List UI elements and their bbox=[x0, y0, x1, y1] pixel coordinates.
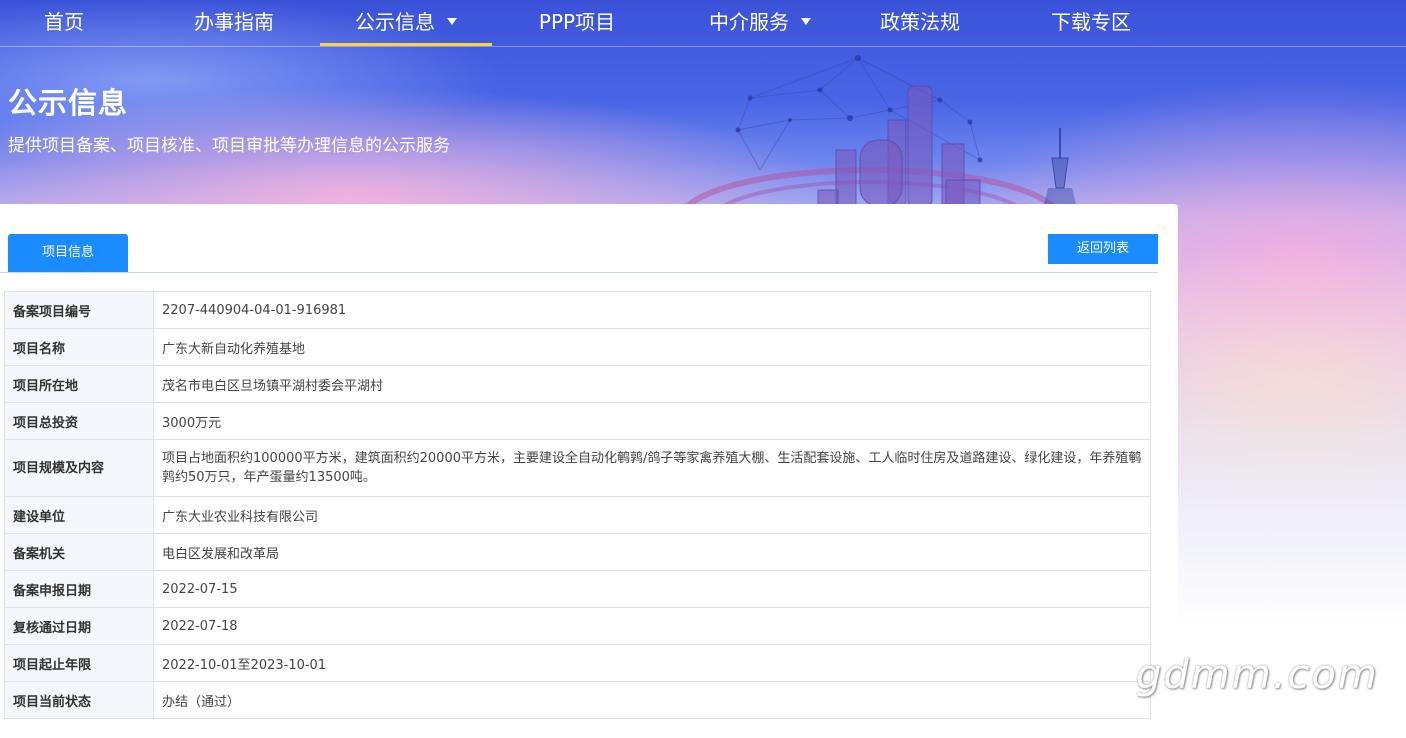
caret-down-icon bbox=[801, 18, 811, 25]
field-value: 广东大新自动化养殖基地 bbox=[153, 328, 1151, 366]
field-value: 项目占地面积约100000平方米，建筑面积约20000平方米，主要建设全自动化鹌… bbox=[153, 439, 1151, 497]
nav-item-agency[interactable]: 中介服务 bbox=[680, 0, 840, 46]
field-label: 项目名称 bbox=[4, 328, 154, 366]
nav-item-download[interactable]: 下载专区 bbox=[1027, 0, 1155, 46]
table-row: 备案机关 电白区发展和改革局 bbox=[4, 533, 1151, 571]
nav-label: 首页 bbox=[44, 10, 84, 34]
caret-down-icon bbox=[447, 18, 457, 25]
content-panel: 项目信息 返回列表 备案项目编号 2207-440904-04-01-916981… bbox=[0, 204, 1178, 738]
project-info-table: 备案项目编号 2207-440904-04-01-916981 项目名称 广东大新自动… bbox=[4, 291, 1151, 719]
field-label: 备案项目编号 bbox=[4, 291, 154, 329]
field-label: 项目总投资 bbox=[4, 402, 154, 440]
nav-item-home[interactable]: 首页 bbox=[0, 0, 128, 46]
nav-item-ppp[interactable]: PPP项目 bbox=[512, 0, 642, 46]
nav-label: 中介服务 bbox=[709, 10, 789, 34]
nav-item-guide[interactable]: 办事指南 bbox=[170, 0, 298, 46]
field-value: 2207-440904-04-01-916981 bbox=[153, 291, 1151, 329]
page-subtitle: 提供项目备案、项目核准、项目审批等办理信息的公示服务 bbox=[8, 136, 450, 156]
table-row: 备案项目编号 2207-440904-04-01-916981 bbox=[4, 291, 1151, 329]
table-row: 项目起止年限 2022-10-01至2023-10-01 bbox=[4, 644, 1151, 682]
table-row: 项目当前状态 办结（通过） bbox=[4, 681, 1151, 719]
field-value: 办结（通过） bbox=[153, 681, 1151, 719]
field-label: 项目规模及内容 bbox=[4, 439, 154, 497]
table-row: 项目总投资 3000万元 bbox=[4, 402, 1151, 440]
table-row: 项目所在地 茂名市电白区旦场镇平湖村委会平湖村 bbox=[4, 365, 1151, 403]
field-value: 2022-07-18 bbox=[153, 607, 1151, 645]
tab-bar: 项目信息 返回列表 bbox=[0, 234, 1158, 273]
nav-label: 政策法规 bbox=[880, 10, 960, 34]
field-value: 2022-07-15 bbox=[153, 570, 1151, 608]
nav-label: PPP项目 bbox=[538, 10, 616, 34]
tv-tower-illustration bbox=[1044, 128, 1076, 204]
back-to-list-button[interactable]: 返回列表 bbox=[1048, 234, 1158, 264]
table-row: 项目规模及内容 项目占地面积约100000平方米，建筑面积约20000平方米，主要… bbox=[4, 439, 1151, 497]
field-value: 电白区发展和改革局 bbox=[153, 533, 1151, 571]
page-title: 公示信息 bbox=[8, 86, 129, 120]
table-row: 建设单位 广东大业农业科技有限公司 bbox=[4, 496, 1151, 534]
site-watermark: gdmm.com bbox=[1136, 652, 1379, 698]
field-label: 复核通过日期 bbox=[4, 607, 154, 645]
field-value: 3000万元 bbox=[153, 402, 1151, 440]
top-nav: 首页 办事指南 公示信息 PPP项目 中介服务 政策法规 下载专区 bbox=[0, 0, 1406, 47]
field-value: 2022-10-01至2023-10-01 bbox=[153, 644, 1151, 682]
table-row: 项目名称 广东大新自动化养殖基地 bbox=[4, 328, 1151, 366]
nav-label: 下载专区 bbox=[1051, 10, 1131, 34]
field-label: 项目起止年限 bbox=[4, 644, 154, 682]
field-label: 项目当前状态 bbox=[4, 681, 154, 719]
field-label: 项目所在地 bbox=[4, 365, 154, 403]
nav-item-policy[interactable]: 政策法规 bbox=[856, 0, 984, 46]
field-value: 广东大业农业科技有限公司 bbox=[153, 496, 1151, 534]
tab-project-info[interactable]: 项目信息 bbox=[8, 234, 128, 272]
field-value: 茂名市电白区旦场镇平湖村委会平湖村 bbox=[153, 365, 1151, 403]
table-row: 备案申报日期 2022-07-15 bbox=[4, 570, 1151, 608]
field-label: 备案机关 bbox=[4, 533, 154, 571]
table-row: 复核通过日期 2022-07-18 bbox=[4, 607, 1151, 645]
nav-label: 公示信息 bbox=[355, 10, 435, 34]
field-label: 备案申报日期 bbox=[4, 570, 154, 608]
field-label: 建设单位 bbox=[4, 496, 154, 534]
nav-label: 办事指南 bbox=[194, 10, 274, 34]
nav-item-public-info[interactable]: 公示信息 bbox=[320, 0, 492, 46]
